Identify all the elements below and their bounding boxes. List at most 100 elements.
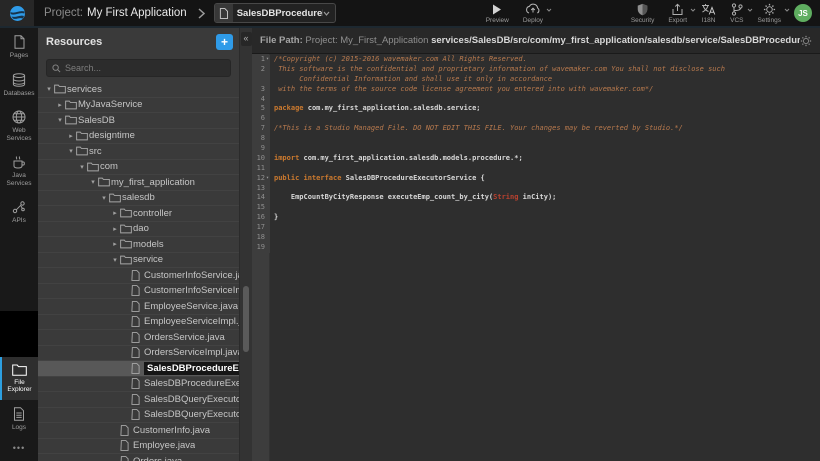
i18n-button[interactable]: I18N [694, 0, 723, 27]
code-line[interactable]: 1▾/*Copyright (c) 2015-2016 wavemaker.co… [252, 55, 820, 65]
code-line[interactable]: 11 [252, 164, 820, 174]
file-icon [131, 332, 144, 343]
chevron-right-icon[interactable]: ▸ [66, 132, 76, 140]
code-line[interactable]: 12▾public interface SalesDBProcedureExec… [252, 174, 820, 184]
tree-item[interactable]: SalesDBQueryExecutorServiceImpl.java [38, 408, 239, 424]
tree-item[interactable]: ▸ designtime [38, 129, 239, 145]
tree-item[interactable]: EmployeeServiceImpl.java [38, 315, 239, 331]
file-icon [131, 347, 144, 358]
chevron-right-icon[interactable]: ▸ [110, 240, 120, 248]
code-line[interactable]: 9 [252, 144, 820, 154]
chevron-right-icon[interactable]: ▸ [55, 101, 65, 109]
code-line[interactable]: 8 [252, 134, 820, 144]
settings-button[interactable]: Settings [751, 0, 789, 27]
tree-item-label: EmployeeService.java [144, 301, 238, 312]
tree-item[interactable]: ▸models [38, 237, 239, 253]
folder-icon [120, 208, 133, 218]
line-number: 7 [252, 124, 265, 134]
tree-item[interactable]: ▸controller [38, 206, 239, 222]
code-line[interactable]: 14 EmpCountByCityResponse executeEmp_cou… [252, 193, 820, 203]
tree-item[interactable]: SalesDBProcedureExecutorService.java [38, 361, 239, 377]
code-line[interactable]: 19 [252, 243, 820, 253]
tree-item[interactable]: ▾services [38, 82, 239, 98]
open-file-dropdown[interactable]: SalesDBProcedureE... [214, 3, 336, 23]
search-input[interactable] [65, 63, 215, 73]
project-label: Project: [44, 7, 83, 19]
sidebar-item-file-explorer[interactable]: File Explorer [0, 357, 38, 400]
chevron-down-icon[interactable]: ▾ [44, 85, 54, 93]
sidebar-item-java-services[interactable]: Java Services [0, 148, 38, 193]
tree-scrollbar[interactable] [243, 286, 249, 352]
tree-item[interactable]: CustomerInfo.java [38, 423, 239, 439]
chevron-down-icon[interactable]: ▾ [77, 163, 87, 171]
code-line[interactable]: 15 [252, 203, 820, 213]
chevron-down-icon[interactable]: ▾ [66, 147, 76, 155]
wavemaker-logo[interactable] [0, 0, 34, 26]
file-icon [215, 4, 233, 22]
code-line[interactable]: 5package com.my_first_application.salesd… [252, 104, 820, 114]
export-icon [671, 3, 684, 16]
tree-item[interactable]: OrdersService.java [38, 330, 239, 346]
line-number: 17 [252, 223, 265, 233]
tree-item-label: designtime [89, 130, 135, 141]
chevron-right-icon[interactable]: ▸ [110, 209, 120, 217]
sidebar-item-logs[interactable]: Logs [0, 400, 38, 438]
tree-item[interactable]: EmployeeService.java [38, 299, 239, 315]
code-line[interactable]: 6 [252, 114, 820, 124]
file-tree: ▾services▸MyJavaService▾SalesDB ▸ designti… [38, 82, 239, 461]
code-line[interactable]: 10import com.my_first_application.salesd… [252, 154, 820, 164]
tree-item[interactable]: OrdersServiceImpl.java [38, 346, 239, 362]
tree-item[interactable]: SalesDBQueryExecutorService.java [38, 392, 239, 408]
deploy-button[interactable]: Deploy [516, 0, 550, 27]
tree-item[interactable]: ▸dao [38, 222, 239, 238]
folder-icon [12, 364, 27, 376]
tree-item[interactable]: ▾src [38, 144, 239, 160]
chevron-down-icon[interactable]: ▾ [99, 194, 109, 202]
preview-button[interactable]: Preview [479, 0, 516, 27]
chevron-down-icon[interactable]: ▾ [55, 116, 65, 124]
chevron-down-icon[interactable]: ▾ [110, 256, 120, 264]
play-icon [492, 3, 502, 16]
code-line[interactable]: 3 with the terms of the source code lice… [252, 85, 820, 95]
sidebar-item-apis[interactable]: APIs [0, 193, 38, 231]
sidebar-more-button[interactable]: ••• [0, 437, 38, 461]
line-number: 13 [252, 184, 265, 194]
vcs-button[interactable]: VCS [723, 0, 750, 27]
editor-settings-button[interactable] [800, 35, 812, 47]
code-line[interactable]: 2 This software is the confidential and … [252, 65, 820, 75]
code-line[interactable]: 7/*This is a Studio Managed File. DO NOT… [252, 124, 820, 134]
security-button[interactable]: Security [624, 0, 661, 27]
tree-item[interactable]: SalesDBProcedureExecutorServiceImpl.java [38, 377, 239, 393]
collapse-panel-button[interactable]: « [241, 32, 252, 46]
tree-item[interactable]: ▾my_first_application [38, 175, 239, 191]
sidebar-item-pages[interactable]: Pages [0, 28, 38, 66]
tree-item[interactable]: ▾SalesDB [38, 113, 239, 129]
tree-item[interactable]: ▾service [38, 253, 239, 269]
tree-item[interactable]: ▸MyJavaService [38, 98, 239, 114]
tree-item[interactable]: ▾salesdb [38, 191, 239, 207]
search-box[interactable] [46, 59, 231, 77]
tree-item[interactable]: Employee.java [38, 439, 239, 455]
code-line[interactable]: 16} [252, 213, 820, 223]
tree-item[interactable]: Orders.java [38, 454, 239, 461]
tree-item[interactable]: CustomerInfoServiceImpl.java [38, 284, 239, 300]
code-area[interactable]: 1▾/*Copyright (c) 2015-2016 wavemaker.co… [252, 54, 820, 461]
code-line[interactable]: Confidential Information and shall use i… [252, 75, 820, 85]
tree-item[interactable]: CustomerInfoService.java [38, 268, 239, 284]
shield-icon [637, 3, 648, 16]
code-line[interactable]: 18 [252, 233, 820, 243]
code-line[interactable]: 4 [252, 95, 820, 105]
code-line[interactable]: 13 [252, 184, 820, 194]
code-line[interactable]: 17 [252, 223, 820, 233]
user-avatar[interactable]: JS [794, 4, 812, 22]
folder-icon [120, 239, 133, 249]
tree-item-label: com [100, 161, 118, 172]
tree-item[interactable]: ▾ com [38, 160, 239, 176]
chevron-down-icon[interactable]: ▾ [88, 178, 98, 186]
chevron-right-icon[interactable]: ▸ [110, 225, 120, 233]
export-button[interactable]: Export [661, 0, 694, 27]
sidebar-item-web-services[interactable]: Web Services [0, 103, 38, 148]
file-icon [131, 378, 144, 389]
sidebar-item-databases[interactable]: Databases [0, 66, 38, 104]
add-resource-button[interactable]: + [216, 34, 233, 50]
